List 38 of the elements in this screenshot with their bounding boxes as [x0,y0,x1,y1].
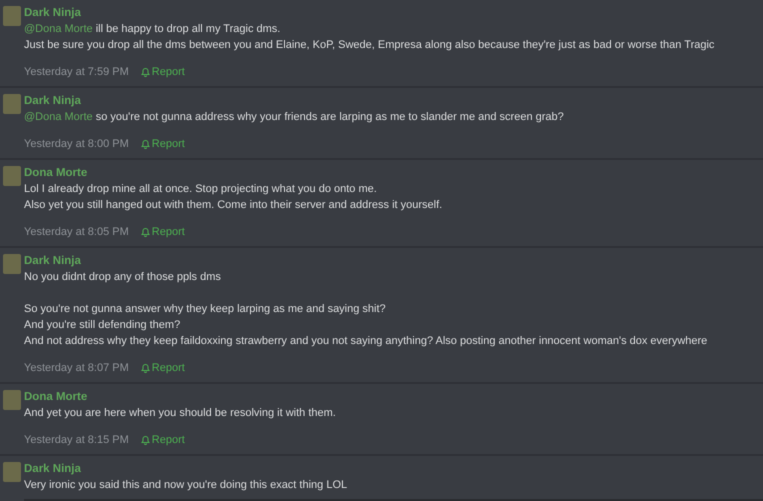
message-text: And not address why they keep faildoxxing strawberry and you not saying anything? Also posting another innocent woman's dox everywhere [24,334,708,349]
message-text: @Dona Morte ill be happy to drop all my Tragic dms. [24,22,282,37]
author-name[interactable]: Dona Morte [24,165,763,181]
bell-icon [140,363,150,373]
bell-icon [140,435,150,445]
message-text: And you're still defending them? [24,318,182,333]
report-link[interactable]: Report [140,226,185,238]
author-name[interactable]: Dark Ninja [24,5,763,21]
author-name[interactable]: Dark Ninja [24,253,763,269]
timestamp: Yesterday at 7:59 PM [24,66,129,78]
avatar-placeholder [3,254,21,274]
timestamp: Yesterday at 8:07 PM [24,362,129,374]
bell-icon [140,67,150,77]
avatar-placeholder [3,390,21,410]
report-link[interactable]: Report [140,434,185,446]
timestamp: Yesterday at 8:05 PM [24,226,129,238]
report-link[interactable]: Report [140,66,185,78]
message-text: Lol I already drop mine all at once. Stop projecting what you do onto me. [24,182,378,197]
avatar-placeholder [3,6,21,26]
message-text: And yet you are here when you should be resolving it with them. [24,406,337,421]
author-name[interactable]: Dona Morte [24,389,763,405]
report-link[interactable]: Report [140,138,185,150]
timestamp: Yesterday at 8:00 PM [24,138,129,150]
timestamp: Yesterday at 8:15 PM [24,434,129,446]
message-text: Also yet you still hanged out with them. Come into their server and address it yourself. [24,198,444,213]
report-link[interactable]: Report [140,362,185,374]
message-text: So you're not gunna answer why they keep larping as me and saying shit? [24,302,387,317]
avatar-placeholder [3,166,21,186]
message-text: Very ironic you said this and now you're doing this exact thing LOL [24,478,348,493]
message-text: No you didnt drop any of those ppls dms [24,270,222,285]
author-name[interactable]: Dark Ninja [24,93,763,109]
bell-icon [140,227,150,237]
avatar-placeholder [3,94,21,114]
author-name[interactable]: Dark Ninja [24,461,763,477]
message-text: Just be sure you drop all the dms between you and Elaine, KoP, Swede, Empresa along also because they're just as bad or worse than Tragic [24,38,716,53]
avatar-placeholder [3,462,21,482]
bell-icon [140,139,150,149]
message-text: @Dona Morte so you're not gunna address why your friends are larping as me to slander me and screen grab? [24,110,565,125]
